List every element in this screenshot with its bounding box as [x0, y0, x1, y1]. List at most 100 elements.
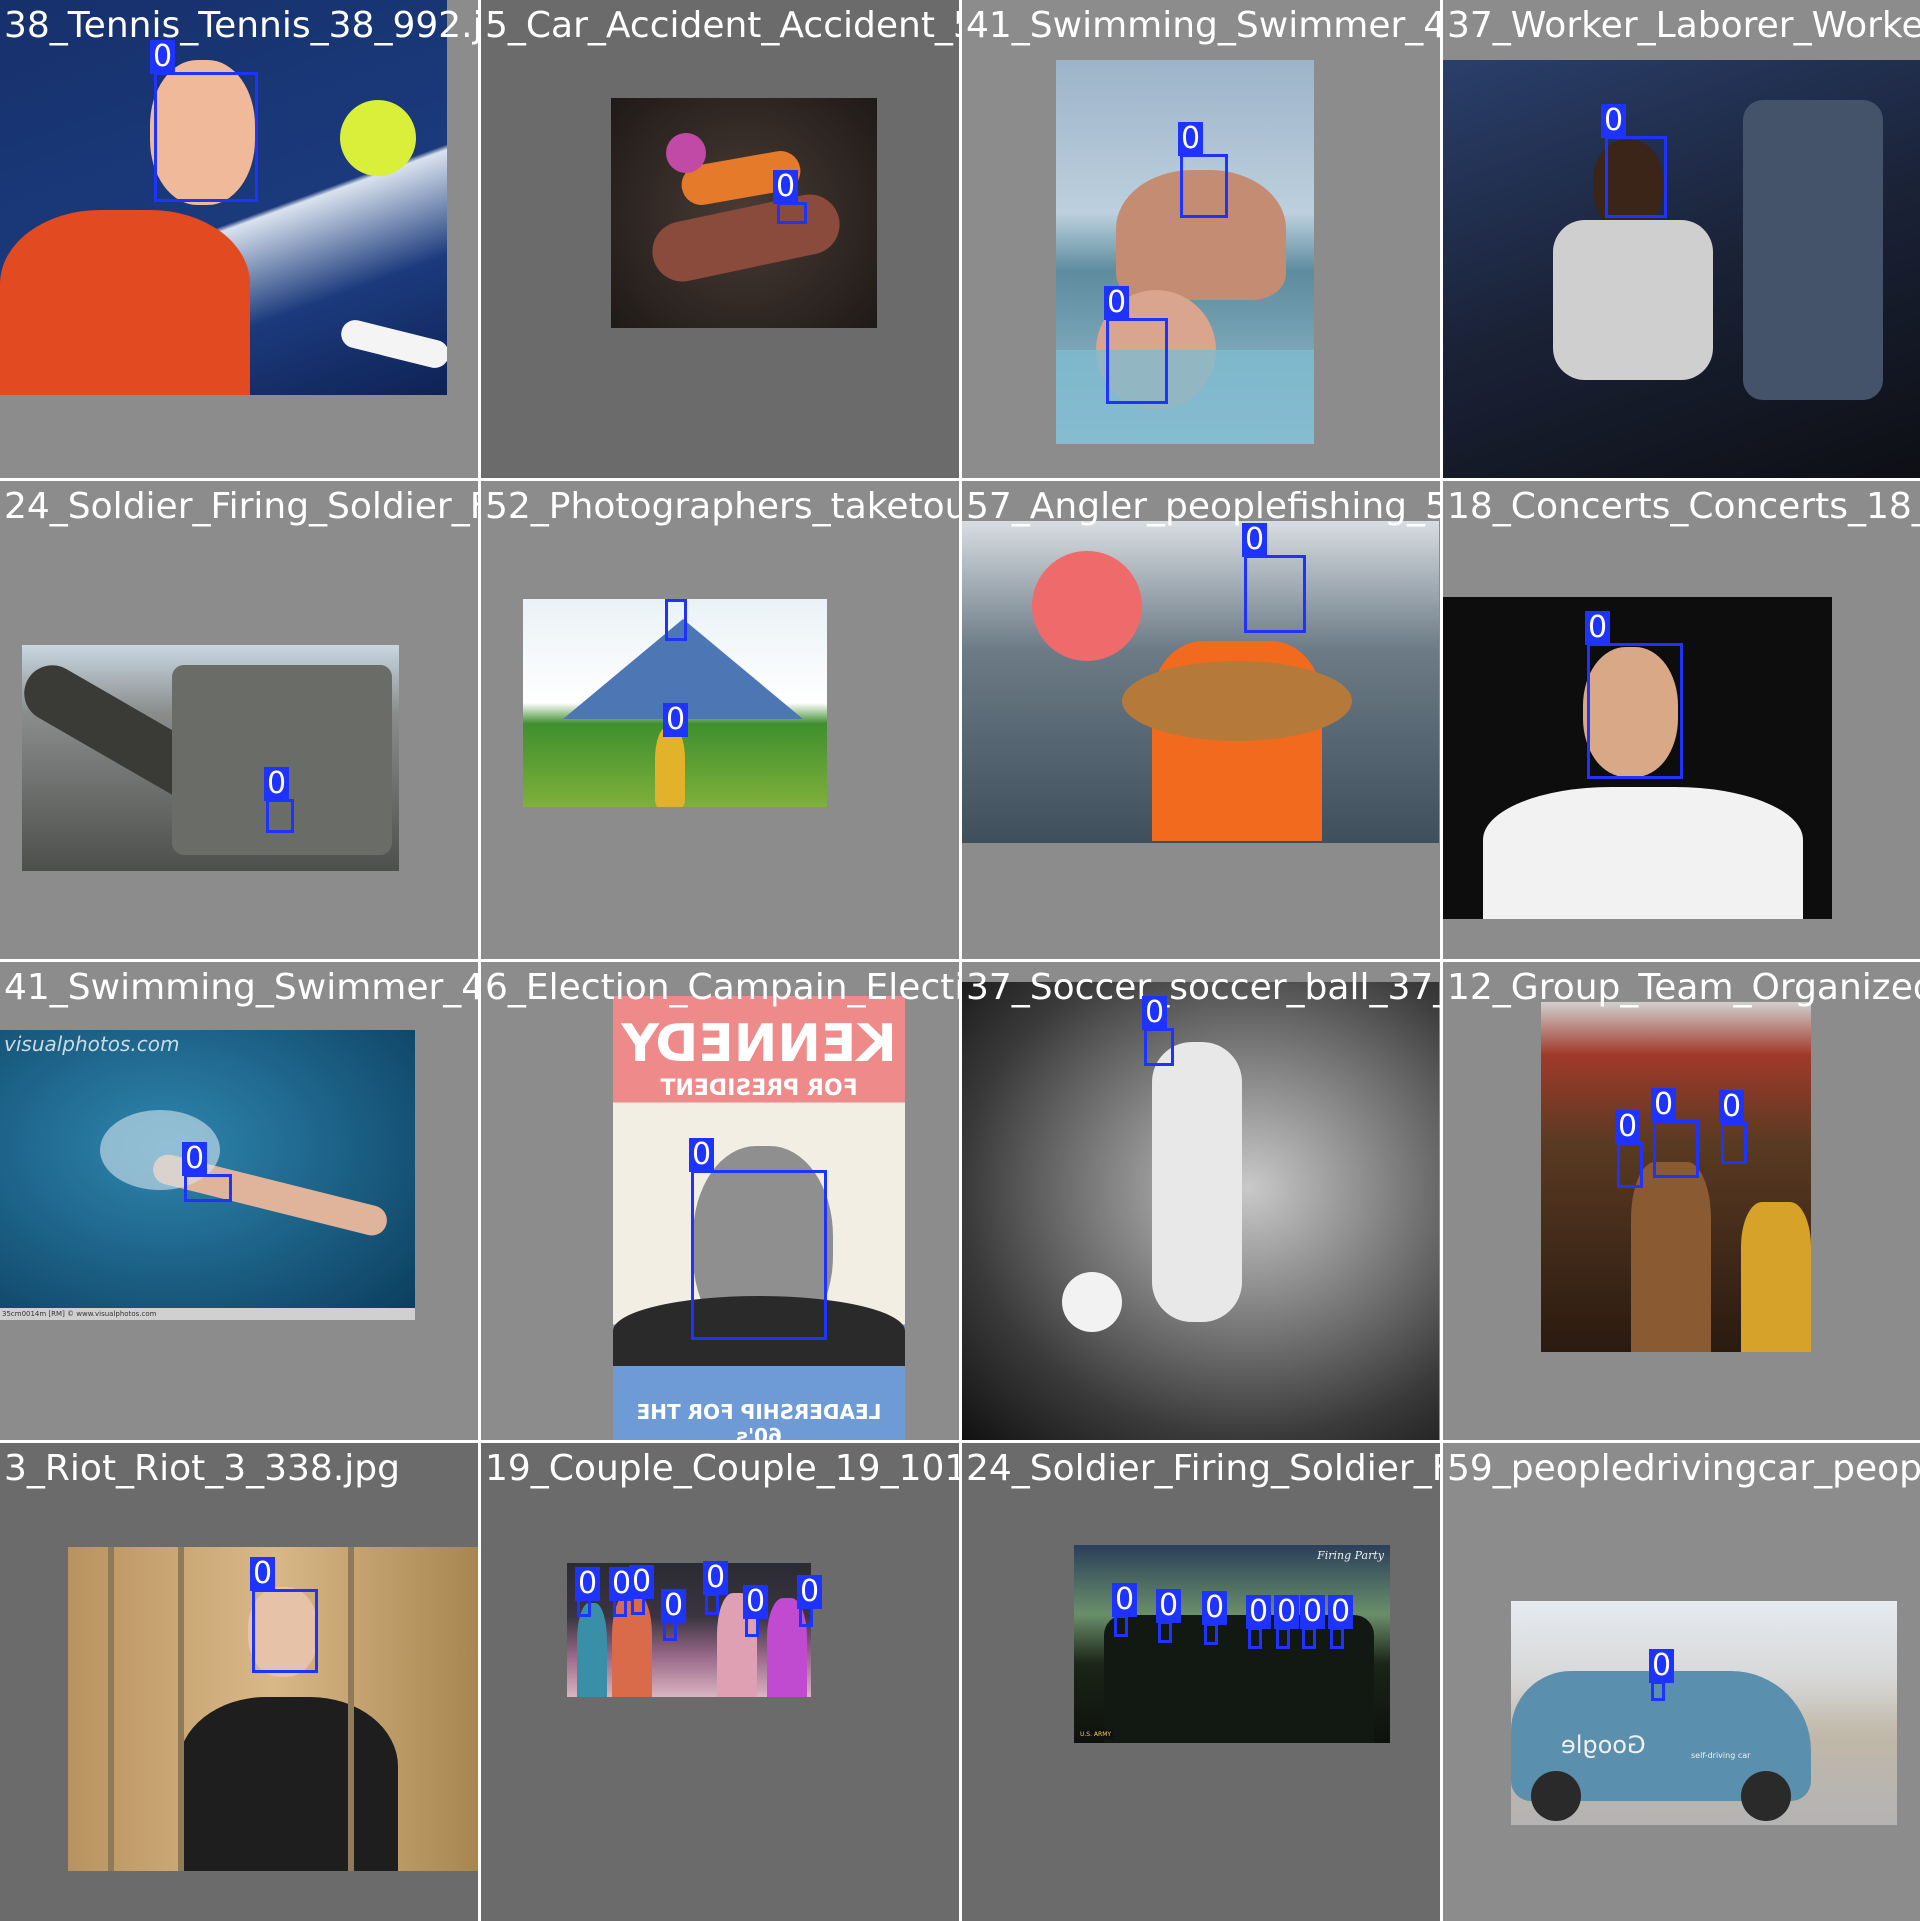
- cell-soldier-firing-party: Firing Party U.S. ARMY 0 0 0 0 0 0 0 24_…: [962, 1443, 1440, 1921]
- image-title: 19_Couple_Couple_19_101.jpg: [485, 1448, 959, 1489]
- face-box: [1204, 1623, 1218, 1645]
- face-box: [1248, 1627, 1262, 1649]
- detection-tag: 0: [1178, 122, 1204, 156]
- cell-soldier-firing: 0 24_Soldier_Firing_Soldier_Firing_24_83…: [0, 481, 478, 959]
- face-box: [1330, 1627, 1344, 1649]
- detection-tag: 0: [1142, 996, 1168, 1030]
- cell-group: 0 0 0 12_Group_Team_Organized: [1443, 962, 1920, 1440]
- detection-tag: 0: [1300, 1595, 1326, 1629]
- detection-tag: 0: [250, 1557, 276, 1591]
- cell-concerts: 0 18_Concerts_Concerts_18_: [1443, 481, 1920, 959]
- cell-swimming: 0 0 41_Swimming_Swimmer_41_295.jpg: [962, 0, 1440, 478]
- face-box: [252, 1589, 318, 1673]
- image-title: 18_Concerts_Concerts_18_: [1447, 486, 1920, 527]
- face-box: [1276, 1627, 1290, 1649]
- image-title: 24_Soldier_Firing_Soldier_Firing_24_831: [4, 486, 478, 527]
- face-box: [1106, 318, 1168, 404]
- face-box: [1651, 1681, 1665, 1701]
- photo-couple: [567, 1563, 811, 1697]
- detection-tag: 0: [575, 1567, 601, 1601]
- detection-tag: 0: [1651, 1088, 1677, 1122]
- watermark: visualphotos.com: [4, 1032, 180, 1056]
- photo-swimming: [1056, 60, 1314, 444]
- detection-tag: 0: [1242, 523, 1268, 557]
- cell-fishing: 0 57_Angler_peoplefishing_57_1825.jpg: [962, 481, 1440, 959]
- face-box: [705, 1593, 719, 1615]
- detection-tag: 0: [1202, 1591, 1228, 1625]
- face-box: [266, 799, 294, 833]
- detection-tag: 0: [1112, 1583, 1138, 1617]
- image-title: 59_peopledrivingcar_people: [1447, 1448, 1920, 1489]
- detection-tag: 0: [797, 1575, 823, 1609]
- detection-tag: 0: [773, 170, 799, 204]
- detection-tag: 0: [1246, 1595, 1272, 1629]
- detection-tag: 0: [1649, 1649, 1675, 1683]
- detection-grid: 0 38_Tennis_Tennis_38_992.jpg 0 5_Car_Ac…: [0, 0, 1920, 1921]
- detection-tag: 0: [264, 767, 290, 801]
- detection-tag: 0: [703, 1561, 729, 1595]
- face-box: [1114, 1615, 1128, 1637]
- detection-tag: 0: [743, 1585, 769, 1619]
- army-emblem: U.S. ARMY: [1078, 1730, 1114, 1739]
- face-box: [1587, 643, 1683, 779]
- detection-tag: 0: [1719, 1090, 1745, 1124]
- cell-car-accident: 0 5_Car_Accident_Accident_5_481.jpg: [481, 0, 959, 478]
- detection-tag: 0: [629, 1565, 655, 1599]
- cell-photographers: 0 52_Photographers_taketour_photographer: [481, 481, 959, 959]
- image-title: 3_Riot_Riot_3_338.jpg: [4, 1448, 400, 1489]
- face-box: [1653, 1120, 1699, 1178]
- face-box: [665, 599, 687, 641]
- detection-tag: 0: [661, 1589, 687, 1623]
- cell-election: KENNEDY FOR PRESIDENT LEADERSHIP FOR THE…: [481, 962, 959, 1440]
- cell-riot: 0 3_Riot_Riot_3_338.jpg: [0, 1443, 478, 1921]
- cell-tennis: 0 38_Tennis_Tennis_38_992.jpg: [0, 0, 478, 478]
- cell-soccer: 0 37_Soccer_soccer_ball_37_332.jpg: [962, 962, 1440, 1440]
- face-box: [1144, 1028, 1174, 1066]
- car-logo: Google: [1561, 1731, 1646, 1759]
- cell-swimmer-underwater: visualphotos.com 35cm0014m [RM] © www.vi…: [0, 962, 478, 1440]
- detection-tag: 0: [1601, 104, 1627, 138]
- detection-tag: 0: [663, 703, 689, 737]
- face-box: [1302, 1627, 1316, 1649]
- image-title: 6_Election_Campain_Election_Campain: [485, 967, 959, 1008]
- detection-tag: 0: [1156, 1589, 1182, 1623]
- face-box: [1180, 154, 1228, 218]
- image-title: 37_Worker_Laborer_Worker: [1447, 5, 1920, 46]
- image-title: 24_Soldier_Firing_Soldier_Firing_24_333: [966, 1448, 1440, 1489]
- face-box: [1721, 1122, 1747, 1164]
- face-box: [1244, 555, 1306, 633]
- image-title: 52_Photographers_taketour_photographer: [485, 486, 959, 527]
- photo-soldier-firing: [22, 645, 399, 871]
- detection-tag: 0: [1615, 1110, 1641, 1144]
- detection-tag: 0: [689, 1138, 715, 1172]
- detection-tag: 0: [1585, 611, 1611, 645]
- face-box: [1158, 1621, 1172, 1643]
- photo-driving-car: Google self-driving car: [1511, 1601, 1897, 1825]
- photo-worker: [1443, 60, 1920, 478]
- poster-headline: KENNEDY: [621, 1014, 897, 1074]
- image-title: 5_Car_Accident_Accident_5_481.jpg: [485, 5, 959, 46]
- detection-tag: 0: [150, 40, 176, 74]
- cell-couple: 0 0 0 0 0 0 0 19_Couple_Couple_19_101.jp…: [481, 1443, 959, 1921]
- poster-footer: LEADERSHIP FOR THE 60's: [636, 1400, 882, 1440]
- image-title: 57_Angler_peoplefishing_57_1825.jpg: [966, 486, 1440, 527]
- face-box: [154, 72, 258, 202]
- face-box: [184, 1174, 232, 1202]
- cell-worker: 0 37_Worker_Laborer_Worker: [1443, 0, 1920, 478]
- photo-car-accident: [611, 98, 877, 328]
- face-box: [1605, 136, 1667, 218]
- poster-subhead: FOR PRESIDENT: [660, 1076, 858, 1101]
- image-title: 38_Tennis_Tennis_38_992.jpg: [4, 5, 478, 46]
- image-title: 37_Soccer_soccer_ball_37_332.jpg: [966, 967, 1440, 1008]
- car-text: self-driving car: [1691, 1751, 1751, 1760]
- face-box: [777, 202, 807, 224]
- footer-text: 35cm0014m [RM] © www.visualphotos.com: [0, 1308, 415, 1320]
- image-title: 41_Swimming_Swimmer_41_295.jpg: [966, 5, 1440, 46]
- face-box: [691, 1170, 827, 1340]
- image-title: 12_Group_Team_Organized: [1447, 967, 1920, 1008]
- cell-driving-car: Google self-driving car 0 59_peopledrivi…: [1443, 1443, 1920, 1921]
- image-title: 41_Swimming_Swimmer_41_1013.jpg: [4, 967, 478, 1008]
- detection-tag: 0: [1274, 1595, 1300, 1629]
- detection-tag: 0: [1328, 1595, 1354, 1629]
- detection-tag: 0: [182, 1142, 208, 1176]
